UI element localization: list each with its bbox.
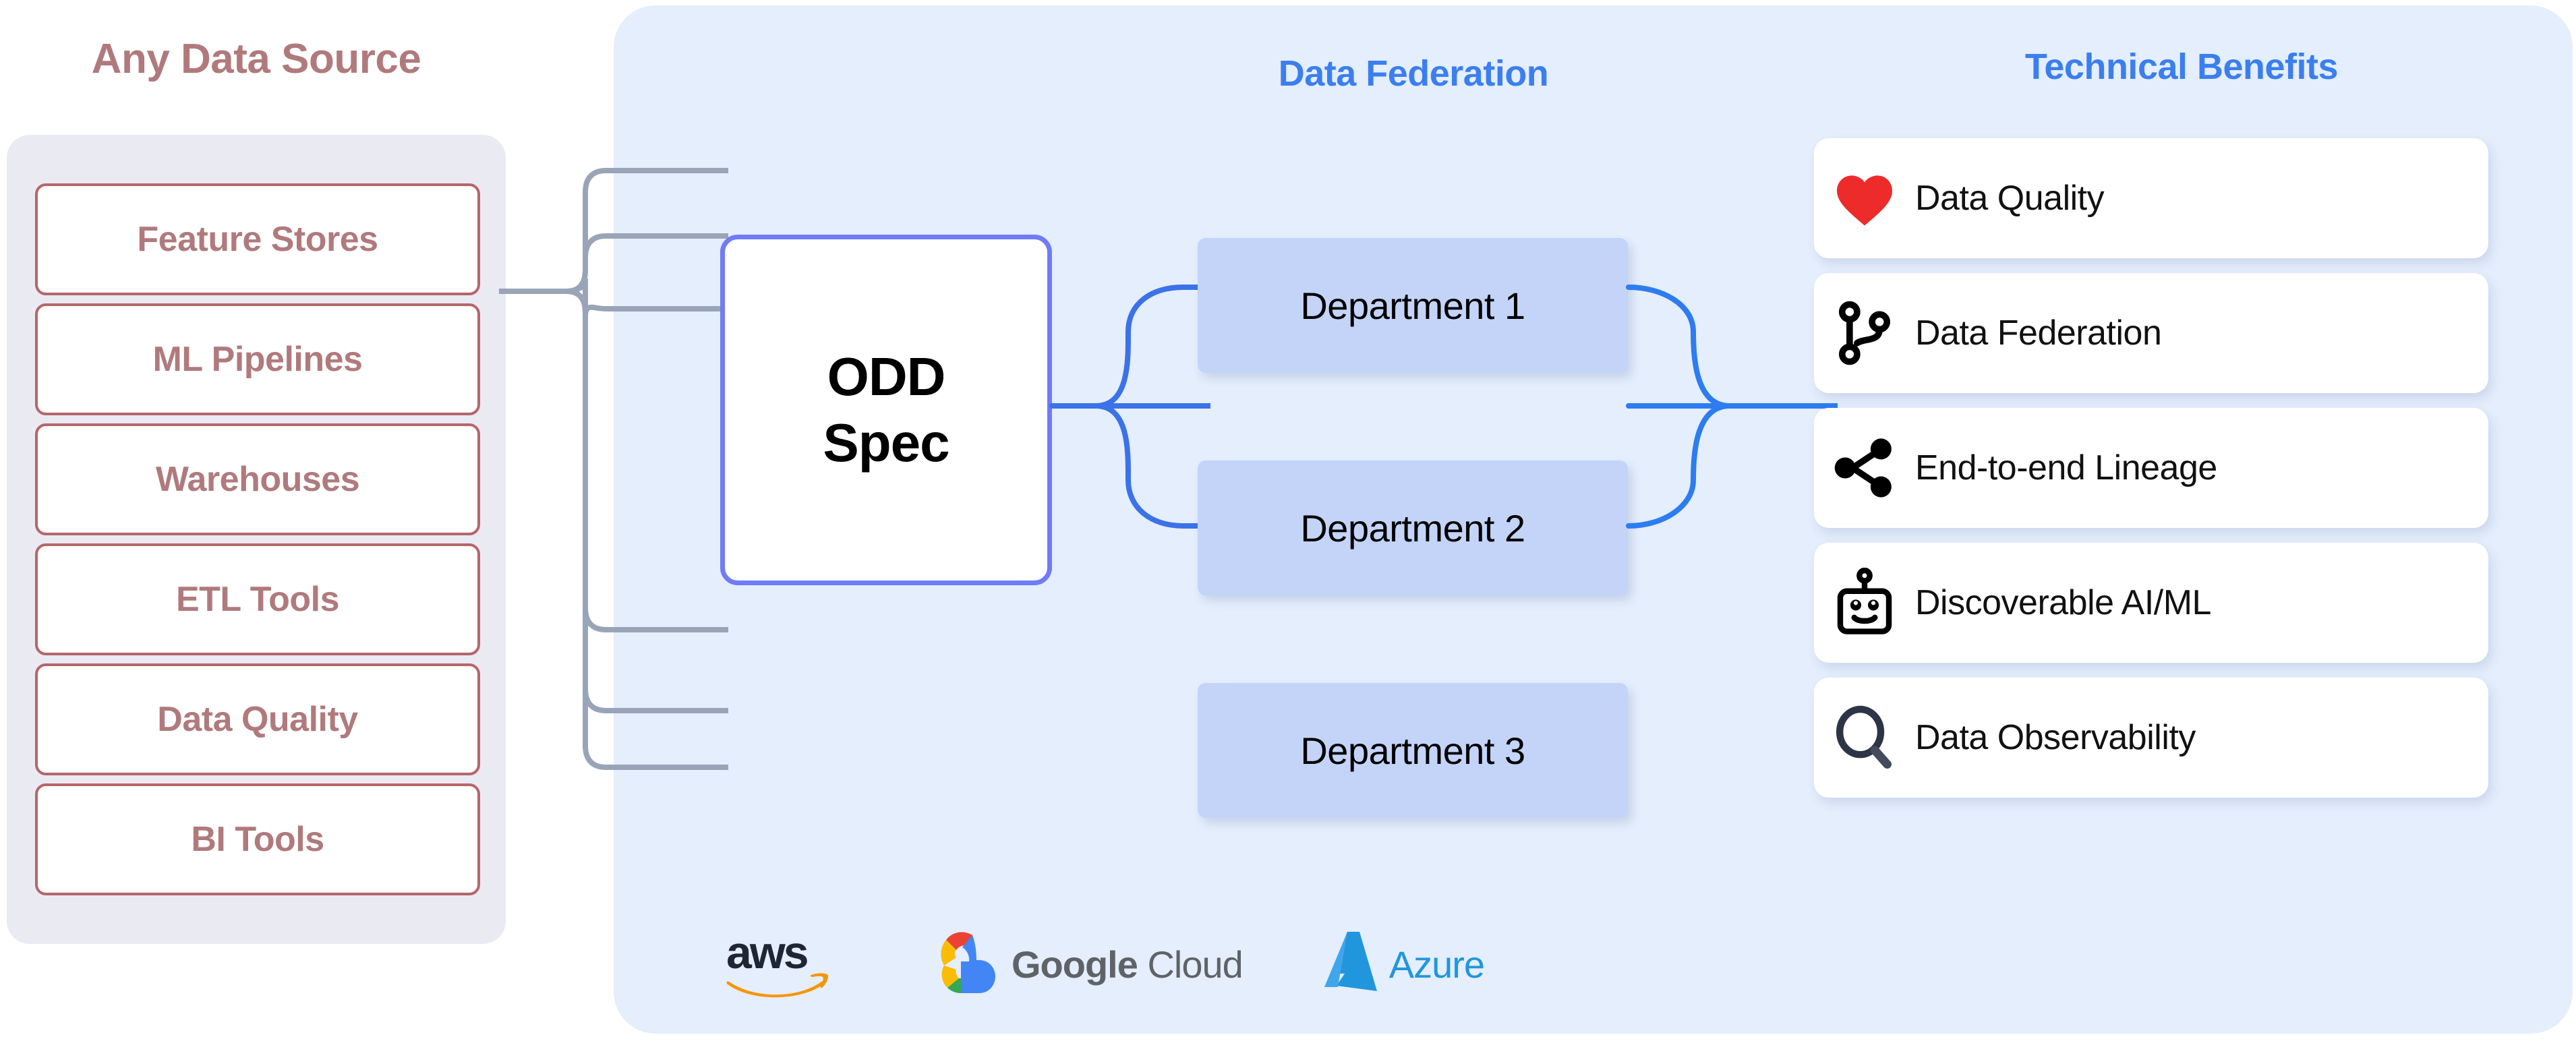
source-card-label: Warehouses xyxy=(155,460,360,499)
benefit-card-data-quality[interactable]: Data Quality xyxy=(1814,138,2488,258)
odd-spec-line-1: ODD xyxy=(827,347,946,407)
aws-logo: aws xyxy=(725,926,829,1002)
benefit-card-end-to-end-lineage[interactable]: End-to-end Lineage xyxy=(1814,408,2488,528)
robot-icon xyxy=(1814,543,1915,663)
google-cloud-logo: Google Cloud xyxy=(931,928,1243,1000)
source-card-bi-tools[interactable]: BI Tools xyxy=(35,783,480,895)
source-card-label: ETL Tools xyxy=(175,580,340,619)
benefit-label: Data Federation xyxy=(1915,314,2162,353)
source-card-label: Data Quality xyxy=(157,700,358,739)
diagram-canvas: Any Data Source Feature Stores ML Pipeli… xyxy=(0,0,2576,1041)
odd-spec-line-2: Spec xyxy=(823,413,949,473)
department-label: Department 1 xyxy=(1300,284,1525,327)
department-card-1[interactable]: Department 1 xyxy=(1198,238,1628,373)
benefit-label: End-to-end Lineage xyxy=(1915,448,2217,487)
cloud-word: Cloud xyxy=(1147,943,1243,986)
source-card-ml-pipelines[interactable]: ML Pipelines xyxy=(35,303,480,415)
source-card-warehouses[interactable]: Warehouses xyxy=(35,423,480,535)
google-cloud-wordmark: Google Cloud xyxy=(1012,943,1243,986)
department-label: Department 3 xyxy=(1300,729,1525,772)
benefit-label: Data Observability xyxy=(1915,718,2196,757)
any-data-source-title: Any Data Source xyxy=(91,36,421,82)
odd-spec-box[interactable]: ODD Spec xyxy=(720,235,1052,585)
cloud-provider-logos: aws Google Cloud Azure xyxy=(688,907,1531,1021)
spec-to-department-connector xyxy=(1049,285,1210,529)
benefit-label: Discoverable AI/ML xyxy=(1915,583,2211,622)
source-card-label: BI Tools xyxy=(191,820,324,859)
magnifier-icon xyxy=(1814,678,1915,798)
heart-icon xyxy=(1814,138,1915,258)
department-label: Department 2 xyxy=(1300,506,1525,549)
source-card-feature-stores[interactable]: Feature Stores xyxy=(35,183,480,295)
technical-benefits-title: Technical Benefits xyxy=(2024,47,2339,87)
source-card-label: Feature Stores xyxy=(137,220,378,259)
department-card-3[interactable]: Department 3 xyxy=(1198,683,1628,818)
share-nodes-icon xyxy=(1814,408,1915,528)
department-card-2[interactable]: Department 2 xyxy=(1198,460,1628,595)
source-card-label: ML Pipelines xyxy=(152,340,363,379)
google-word: Google xyxy=(1012,943,1138,986)
source-card-data-quality[interactable]: Data Quality xyxy=(35,663,480,775)
azure-logo: Azure xyxy=(1320,928,1485,1001)
benefit-label: Data Quality xyxy=(1915,179,2105,218)
git-branch-icon xyxy=(1814,273,1915,393)
source-to-spec-connector xyxy=(499,168,728,770)
benefit-card-discoverable-ai-ml[interactable]: Discoverable AI/ML xyxy=(1814,543,2488,663)
source-card-etl-tools[interactable]: ETL Tools xyxy=(35,543,480,655)
azure-wordmark: Azure xyxy=(1388,943,1485,986)
benefit-card-data-observability[interactable]: Data Observability xyxy=(1814,678,2488,798)
benefit-card-data-federation[interactable]: Data Federation xyxy=(1814,273,2488,393)
department-to-benefit-connector xyxy=(1626,285,1838,529)
data-federation-title: Data Federation xyxy=(1278,53,1549,94)
svg-text:aws: aws xyxy=(726,927,808,978)
